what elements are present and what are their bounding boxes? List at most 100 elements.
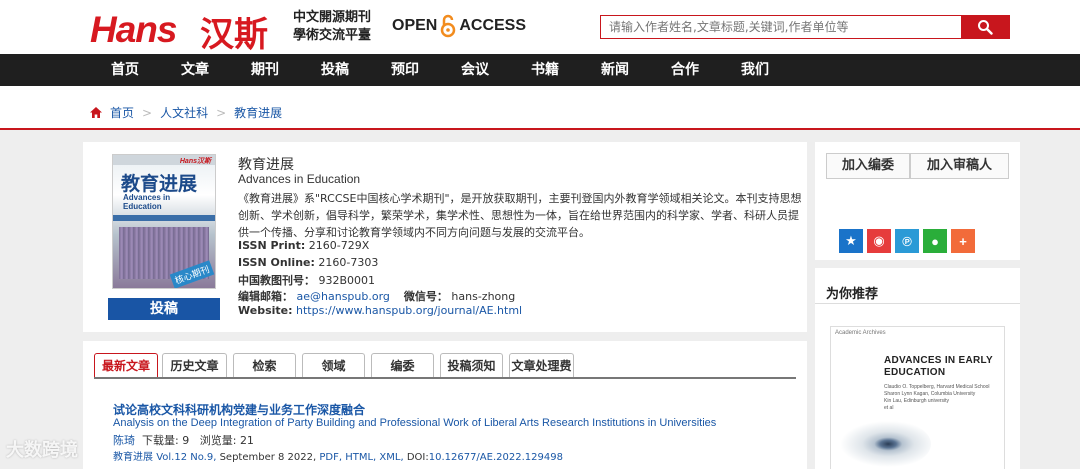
cover-brand: Hans汉斯 bbox=[179, 158, 211, 165]
site-header: Hans 汉斯 中文開源期刊 學術交流平臺 OPEN ACCESS bbox=[0, 0, 1080, 56]
issn-online-label: ISSN Online: bbox=[238, 256, 315, 269]
cover-subtitle: Advances in Education bbox=[123, 193, 170, 211]
breadcrumb-home[interactable]: 首页 bbox=[110, 104, 134, 121]
cover-band bbox=[113, 215, 215, 221]
more-icon[interactable]: + bbox=[951, 229, 975, 253]
articles-panel: 最新文章 历史文章 检索 领域 编委 投稿须知 文章处理费 试论高校文科科研机构… bbox=[83, 341, 807, 469]
douban-icon[interactable]: ℗ bbox=[895, 229, 919, 253]
join-reviewer-button[interactable]: 加入审稿人 bbox=[910, 153, 1009, 179]
tab-editorial[interactable]: 编委 bbox=[371, 353, 434, 378]
nav-cooperation[interactable]: 合作 bbox=[650, 54, 720, 86]
article-doi[interactable]: 10.12677/AE.2022.129498 bbox=[429, 452, 563, 463]
downloads-label: 下载量: bbox=[142, 434, 179, 447]
slogan-line1: 中文開源期刊 bbox=[293, 10, 372, 25]
journal-cover[interactable]: Hans汉斯 教育进展 Advances in Education 核心期刊 bbox=[112, 154, 216, 289]
nav-books[interactable]: 书籍 bbox=[510, 54, 580, 86]
open-access-right: ACCESS bbox=[459, 17, 527, 34]
nav-articles[interactable]: 文章 bbox=[160, 54, 230, 86]
nav-preprint[interactable]: 预印 bbox=[370, 54, 440, 86]
downloads-value: 9 bbox=[182, 434, 190, 447]
rec-journal-authors: Claudio O. Toppelberg, Harvard Medical S… bbox=[884, 384, 990, 412]
open-access-left: OPEN bbox=[392, 17, 438, 34]
website-row: Website: https://www.hanspub.org/journal… bbox=[238, 304, 522, 317]
tab-underline bbox=[94, 377, 796, 379]
nav-journals[interactable]: 期刊 bbox=[230, 54, 300, 86]
nav-home[interactable]: 首页 bbox=[90, 54, 160, 86]
search-button[interactable] bbox=[961, 16, 1009, 38]
breadcrumb-journal[interactable]: 教育进展 bbox=[234, 104, 282, 121]
logo-cn[interactable]: 汉斯 bbox=[200, 7, 268, 56]
qzone-icon[interactable]: ★ bbox=[839, 229, 863, 253]
rec-author: et al bbox=[884, 405, 894, 411]
tab-search[interactable]: 检索 bbox=[233, 353, 296, 378]
slogan-line2: 學術交流平臺 bbox=[293, 28, 372, 43]
breadcrumb-separator: > bbox=[142, 105, 153, 120]
wechat-icon[interactable]: ● bbox=[923, 229, 947, 253]
views-value: 21 bbox=[239, 434, 254, 447]
rec-journal-title-line1: ADVANCES IN EARLY bbox=[884, 355, 994, 366]
issn-print-value: 2160-729X bbox=[308, 239, 370, 252]
nav-news[interactable]: 新闻 bbox=[580, 54, 650, 86]
breadcrumb-bar: 首页 > 人文社科 > 教育进展 bbox=[0, 86, 1080, 130]
journal-name-en: Advances in Education bbox=[238, 172, 361, 186]
nav-conferences[interactable]: 会议 bbox=[440, 54, 510, 86]
issn-print-label: ISSN Print: bbox=[238, 239, 306, 252]
tab-fees[interactable]: 文章处理费 bbox=[509, 353, 574, 378]
open-access-logo: OPEN ACCESS bbox=[392, 14, 526, 38]
search-icon bbox=[978, 20, 993, 35]
main-nav: 首页 文章 期刊 投稿 预印 会议 书籍 新闻 合作 我们 bbox=[0, 54, 1080, 86]
article-volume[interactable]: Vol.12 No.9, bbox=[156, 452, 216, 463]
wechat-value: hans-zhong bbox=[451, 290, 516, 303]
contact-row: 编辑邮箱： ae@hanspub.org 微信号： hans-zhong bbox=[238, 288, 515, 304]
cn-code-label: 中国教图刊号： bbox=[238, 274, 315, 287]
open-lock-icon bbox=[440, 14, 456, 38]
article-formats[interactable]: PDF, HTML, XML, bbox=[319, 452, 403, 463]
tab-guidelines[interactable]: 投稿须知 bbox=[440, 353, 503, 378]
article-date: September 8 2022, bbox=[219, 452, 317, 463]
views-label: 浏览量: bbox=[199, 434, 237, 447]
rec-cover-eye-image bbox=[836, 419, 931, 469]
email-link[interactable]: ae@hanspub.org bbox=[297, 290, 390, 303]
tab-history[interactable]: 历史文章 bbox=[162, 353, 227, 378]
article-author[interactable]: 陈琦 bbox=[113, 434, 135, 447]
breadcrumb-humanities[interactable]: 人文社科 bbox=[160, 104, 208, 121]
wechat-label: 微信号： bbox=[403, 290, 448, 303]
rec-journal-small: Academic Archives bbox=[835, 330, 886, 336]
recommended-journal-cover[interactable]: Academic Archives ADVANCES IN EARLY EDUC… bbox=[830, 326, 1005, 469]
issn-online-row: ISSN Online: 2160-7303 bbox=[238, 256, 378, 269]
journal-name-cn: 教育进展 bbox=[238, 157, 294, 173]
nav-submit[interactable]: 投稿 bbox=[300, 54, 370, 86]
weibo-icon[interactable]: ◉ bbox=[867, 229, 891, 253]
cover-title: 教育进展 bbox=[121, 173, 198, 195]
cover-subtitle-line2: Education bbox=[123, 202, 162, 211]
rec-journal-title-line2: EDUCATION bbox=[884, 367, 946, 378]
issn-online-value: 2160-7303 bbox=[318, 256, 379, 269]
article-title-cn[interactable]: 试论高校文科科研机构党建与业务工作深度融合 bbox=[113, 401, 365, 418]
article-stats: 陈琦 下载量: 9 浏览量: 21 bbox=[113, 432, 254, 448]
cover-subtitle-line1: Advances in bbox=[123, 193, 171, 202]
tab-latest[interactable]: 最新文章 bbox=[94, 353, 158, 378]
sidebar-actions: 加入编委 加入审稿人 ★ ◉ ℗ ● + bbox=[815, 142, 1020, 260]
website-label: Website: bbox=[238, 304, 293, 317]
search-box bbox=[600, 15, 1010, 39]
doi-label: DOI: bbox=[406, 452, 429, 463]
nav-about[interactable]: 我们 bbox=[720, 54, 790, 86]
rec-author: Sharon Lynn Kagan, Columbia University bbox=[884, 391, 976, 397]
logo-latin[interactable]: Hans bbox=[90, 9, 177, 51]
tab-fields[interactable]: 领域 bbox=[302, 353, 365, 378]
rec-author: Claudio O. Toppelberg, Harvard Medical S… bbox=[884, 384, 990, 390]
issn-print-row: ISSN Print: 2160-729X bbox=[238, 239, 369, 252]
journal-info-panel: Hans汉斯 教育进展 Advances in Education 核心期刊 投… bbox=[83, 142, 807, 332]
recommend-title: 为你推荐 bbox=[826, 287, 879, 302]
website-link[interactable]: https://www.hanspub.org/journal/AE.html bbox=[296, 304, 522, 317]
article-journal[interactable]: 教育进展 bbox=[113, 452, 153, 463]
join-editorial-button[interactable]: 加入编委 bbox=[826, 153, 910, 179]
slogan: 中文開源期刊 學術交流平臺 bbox=[293, 9, 371, 45]
email-label: 编辑邮箱： bbox=[238, 290, 293, 303]
search-input[interactable] bbox=[601, 16, 961, 38]
journal-description: 《教育进展》系"RCCSE中国核心学术期刊"，是开放获取期刊，主要刊登国内外教育… bbox=[238, 192, 802, 239]
submit-button[interactable]: 投稿 bbox=[108, 298, 220, 320]
article-title-en[interactable]: Analysis on the Deep Integration of Part… bbox=[113, 417, 716, 429]
rec-journal-title: ADVANCES IN EARLY EDUCATION bbox=[884, 355, 993, 379]
recommend-panel: 为你推荐 Academic Archives ADVANCES IN EARLY… bbox=[815, 268, 1020, 469]
